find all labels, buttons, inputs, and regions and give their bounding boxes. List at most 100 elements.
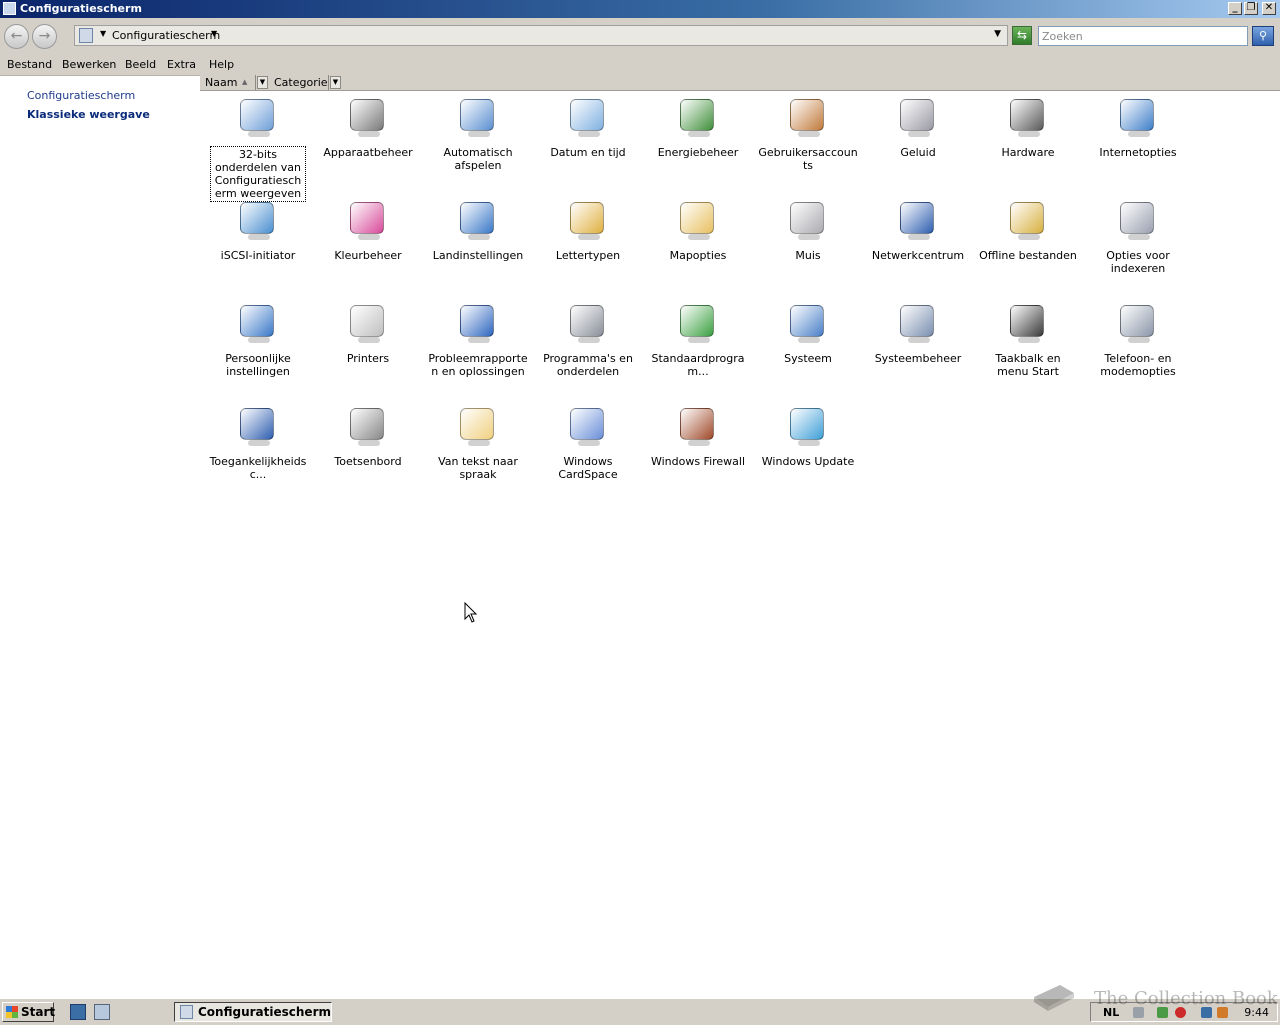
column-category-label: Categorie: [274, 76, 328, 89]
cp-item-label: Netwerkcentrum: [871, 249, 965, 262]
date-time-icon: [564, 93, 612, 141]
cp-item[interactable]: Windows CardSpace: [533, 400, 643, 481]
cp-item-label: Van tekst naar spraak: [438, 455, 518, 481]
cp-item-label: Persoonlijke instellingen: [225, 352, 291, 378]
search-button[interactable]: ⚲: [1252, 26, 1274, 46]
cp-item[interactable]: Persoonlijke instellingen: [203, 297, 313, 378]
cp-item[interactable]: Opties voor indexeren: [1083, 194, 1193, 275]
windows-logo-icon: [6, 1006, 18, 1018]
cp-item[interactable]: Systeem: [753, 297, 863, 365]
cp-item[interactable]: Muis: [753, 194, 863, 262]
cp-item[interactable]: Kleurbeheer: [313, 194, 423, 262]
crumb-chevron-down-icon[interactable]: ▼: [100, 29, 106, 38]
close-button[interactable]: ✕: [1262, 2, 1276, 15]
folder-options-icon: [674, 196, 722, 244]
mouse-cursor-icon: [464, 602, 478, 623]
cp-item[interactable]: Offline bestanden: [973, 194, 1083, 262]
menu-extra[interactable]: Extra: [167, 58, 196, 71]
column-category[interactable]: Categorie: [269, 75, 329, 90]
crumb-chevron-down-icon[interactable]: ▼: [211, 29, 217, 38]
column-header: Naam ▲ ▼ Categorie ▼: [200, 75, 1280, 91]
column-name[interactable]: Naam ▲: [200, 75, 256, 90]
address-history-dropdown-icon[interactable]: ▼: [994, 29, 1001, 39]
cp-item[interactable]: Apparaatbeheer: [313, 91, 423, 159]
cp-item-label: Toegankelijkheidsc...: [209, 455, 307, 481]
cp-item[interactable]: Netwerkcentrum: [863, 194, 973, 262]
sound-icon: [894, 93, 942, 141]
maximize-button[interactable]: ❐: [1244, 2, 1258, 15]
taskbar-button-control-panel[interactable]: Configuratiescherm: [174, 1002, 332, 1022]
cp-item-label: Gebruikersaccounts: [758, 146, 858, 172]
cp-item[interactable]: Taakbalk en menu Start: [973, 297, 1083, 378]
cp-item[interactable]: Datum en tijd: [533, 91, 643, 159]
forward-button[interactable]: →: [32, 24, 57, 49]
cp-item[interactable]: Systeembeheer: [863, 297, 973, 365]
cp-item[interactable]: Van tekst naar spraak: [423, 400, 533, 481]
column-category-filter-icon[interactable]: ▼: [330, 76, 341, 89]
cp-item[interactable]: Toetsenbord: [313, 400, 423, 468]
menu-bestand[interactable]: Bestand: [7, 58, 52, 71]
system-icon: [784, 299, 832, 347]
phone-modem-icon: [1114, 299, 1162, 347]
cp-item[interactable]: Lettertypen: [533, 194, 643, 262]
cp-item[interactable]: Mapopties: [643, 194, 753, 262]
cp-item[interactable]: Geluid: [863, 91, 973, 159]
cp-item[interactable]: Hardware: [973, 91, 1083, 159]
cp-item[interactable]: Internetopties: [1083, 91, 1193, 159]
autoplay-icon: [454, 93, 502, 141]
cp-item[interactable]: 32-bits onderdelen van Configuratiescher…: [203, 91, 313, 202]
cp-item[interactable]: Probleemrapporten en oplossingen: [423, 297, 533, 378]
server-manager-icon[interactable]: [94, 1004, 110, 1020]
address-bar[interactable]: ▼ Configuratiescherm ▼ ▼: [74, 25, 1008, 46]
window-title: Configuratiescherm: [20, 2, 142, 15]
cp-item[interactable]: Toegankelijkheidsc...: [203, 400, 313, 481]
search-input[interactable]: [1038, 26, 1248, 46]
indexing-options-icon: [1114, 196, 1162, 244]
cp-item[interactable]: Printers: [313, 297, 423, 365]
device-manager-icon: [344, 93, 392, 141]
cp-item[interactable]: iSCSI-initiator: [203, 194, 313, 262]
cp-item-label: iSCSI-initiator: [220, 249, 296, 262]
fonts-icon: [564, 196, 612, 244]
show-desktop-icon[interactable]: [70, 1004, 86, 1020]
watermark-text: The Collection Book: [1094, 988, 1278, 1009]
start-button[interactable]: Start: [2, 1002, 55, 1022]
cp-item[interactable]: Standaardprogram...: [643, 297, 753, 378]
back-button[interactable]: ←: [4, 24, 29, 49]
cp-item[interactable]: Landinstellingen: [423, 194, 533, 262]
cp-item-label: Systeembeheer: [874, 352, 962, 365]
offline-files-icon: [1004, 196, 1052, 244]
minimize-button[interactable]: _: [1228, 2, 1242, 15]
problem-reports-icon: [454, 299, 502, 347]
cp-item[interactable]: Windows Firewall: [643, 400, 753, 468]
cp-item-label: Telefoon- en modemopties: [1100, 352, 1176, 378]
user-accounts-icon: [784, 93, 832, 141]
cp-item[interactable]: Telefoon- en modemopties: [1083, 297, 1193, 378]
cp-item[interactable]: Programma's en onderdelen: [533, 297, 643, 378]
cp-item-label: Taakbalk en menu Start: [995, 352, 1061, 378]
printers-icon: [344, 299, 392, 347]
menu-bewerken[interactable]: Bewerken: [62, 58, 116, 71]
cp-item[interactable]: Energiebeheer: [643, 91, 753, 159]
keyboard-icon: [344, 402, 392, 450]
cp-item-label: Opties voor indexeren: [1106, 249, 1170, 275]
menu-beeld[interactable]: Beeld: [125, 58, 156, 71]
classic-view-link[interactable]: Klassieke weergave: [27, 108, 150, 121]
cp-item-label: Muis: [795, 249, 821, 262]
task-pane: Configuratiescherm Klassieke weergave: [0, 76, 200, 996]
refresh-button[interactable]: ⇆: [1012, 26, 1032, 45]
menu-help[interactable]: Help: [209, 58, 234, 71]
column-name-filter-icon[interactable]: ▼: [257, 76, 268, 89]
cp-item[interactable]: Windows Update: [753, 400, 863, 468]
cp-item-label: Probleemrapporten en oplossingen: [428, 352, 528, 378]
control-panel-app-icon: [3, 2, 16, 15]
control-panel-home-link[interactable]: Configuratiescherm: [27, 89, 135, 102]
cp-item[interactable]: Automatisch afspelen: [423, 91, 533, 172]
cp-item-label: Windows Update: [761, 455, 855, 468]
cp-item-label: Windows Firewall: [650, 455, 746, 468]
column-name-label: Naam: [205, 76, 238, 89]
menu-bar: Bestand Bewerken Beeld Extra Help: [0, 54, 1280, 76]
cp-item[interactable]: Gebruikersaccounts: [753, 91, 863, 172]
cp-item-label: Geluid: [900, 146, 936, 159]
breadcrumb-control-panel[interactable]: Configuratiescherm: [112, 29, 220, 42]
